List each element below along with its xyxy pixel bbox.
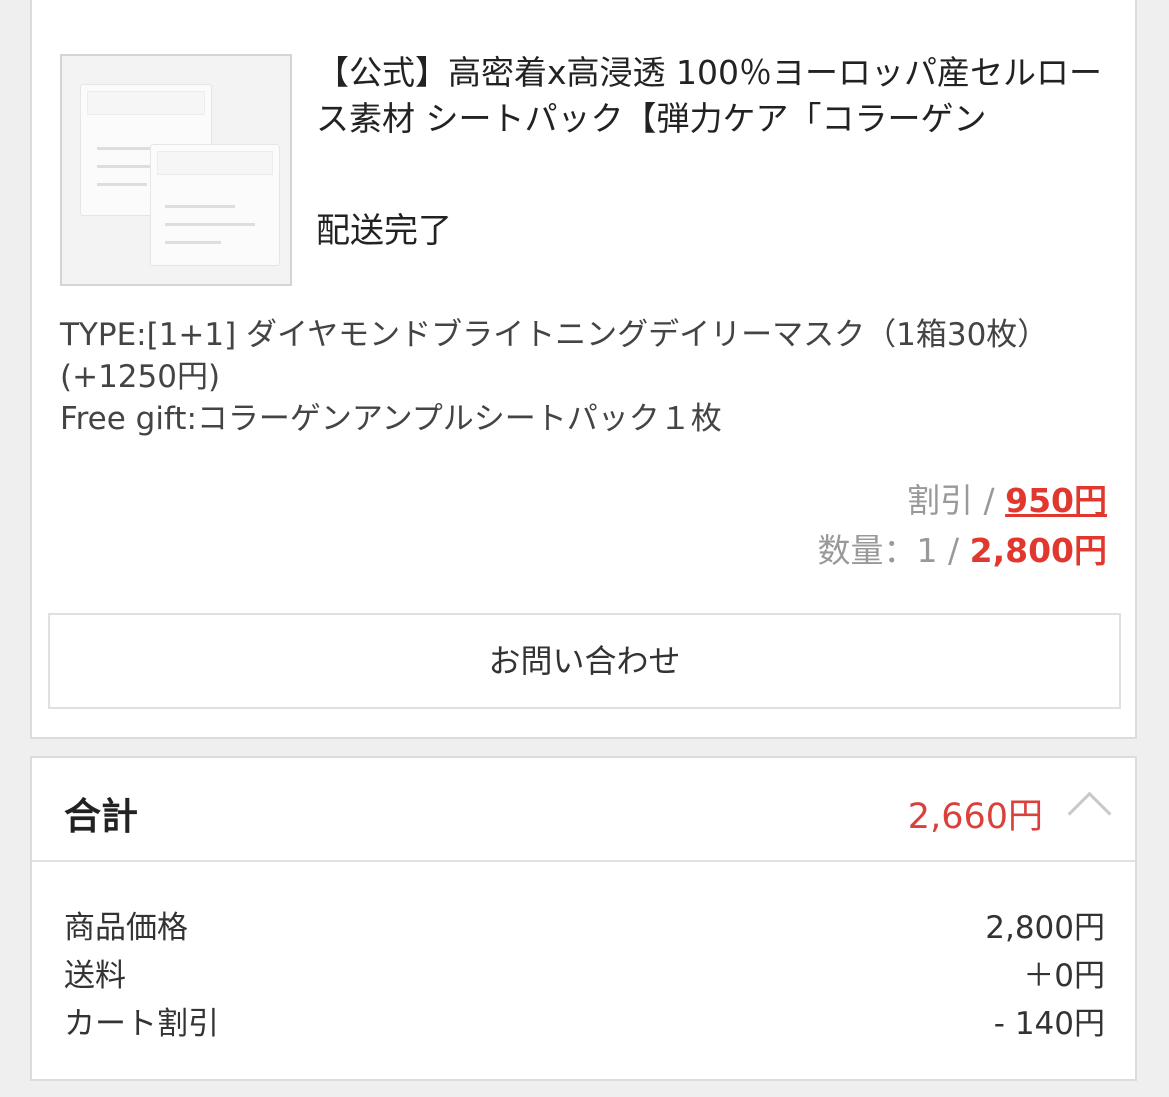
quantity-label: 数量：1 / — [817, 531, 970, 570]
discount-row: 割引 / 950円 — [907, 474, 1107, 522]
product-box-image — [150, 144, 280, 266]
chevron-up-icon[interactable] — [1067, 791, 1112, 836]
row-label: 送料 — [64, 958, 126, 994]
product-thumbnail[interactable] — [60, 54, 292, 286]
row-label: 商品価格 — [64, 910, 188, 946]
quantity-row: 数量：1 / 2,800円 — [818, 524, 1107, 572]
total-header[interactable]: 合計 2,660円 — [32, 758, 1135, 862]
delivery-status: 配送完了 — [316, 211, 452, 251]
product-title[interactable]: 【公式】高密着x高浸透 100％ヨーロッパ産セルロース素材 シートパック【弾力ケ… — [316, 50, 1106, 142]
discount-label: 割引 / — [907, 481, 1006, 520]
product-options: TYPE:[1+1] ダイヤモンドブライトニングデイリーマスク（1箱30枚）(+… — [60, 314, 1120, 440]
option-free-gift: Free gift:コラーゲンアンプルシートパック１枚 — [60, 401, 722, 437]
order-item-card: 【公式】高密着x高浸透 100％ヨーロッパ産セルロース素材 シートパック【弾力ケ… — [30, 0, 1137, 739]
total-value: 2,660円 — [907, 797, 1043, 837]
row-label: カート割引 — [64, 1006, 219, 1042]
discount-value: 950円 — [1005, 481, 1107, 520]
row-value: 2,800円 — [985, 910, 1105, 946]
item-price: 2,800円 — [969, 531, 1107, 570]
inquiry-button[interactable]: お問い合わせ — [48, 613, 1121, 709]
total-card: 合計 2,660円 商品価格 2,800円 送料 ＋0円 カート割引 - 140… — [30, 756, 1137, 1081]
option-type: TYPE:[1+1] ダイヤモンドブライトニングデイリーマスク（1箱30枚）(+… — [60, 317, 1049, 395]
row-value: ＋0円 — [1023, 958, 1105, 994]
row-value: - 140円 — [993, 1006, 1105, 1042]
total-label: 合計 — [64, 795, 138, 838]
